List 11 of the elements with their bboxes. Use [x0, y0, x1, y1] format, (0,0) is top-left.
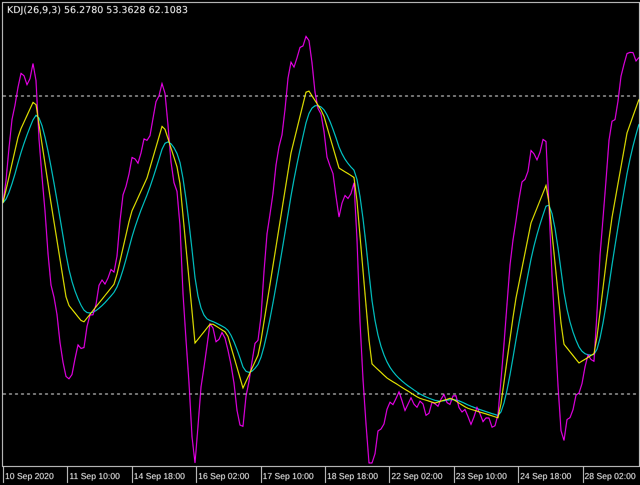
time-axis-label: 22 Sep 02:00	[389, 467, 454, 483]
time-axis-label: 18 Sep 18:00	[324, 467, 390, 483]
time-axis-label: 23 Sep 10:00	[454, 467, 518, 483]
time-axis-label: 10 Sep 2020	[3, 467, 68, 483]
time-axis-label: 28 Sep 02:00	[582, 467, 636, 483]
time-axis-label: 11 Sep 10:00	[67, 467, 132, 483]
time-axis-label: 14 Sep 18:00	[132, 467, 196, 483]
indicator-label: KDJ(26,9,3) 56.2780 53.3628 62.1083	[7, 5, 188, 16]
time-axis-label: 17 Sep 10:00	[260, 467, 325, 483]
time-axis-label: 16 Sep 02:00	[196, 467, 261, 483]
time-axis-label: 24 Sep 18:00	[518, 467, 583, 483]
